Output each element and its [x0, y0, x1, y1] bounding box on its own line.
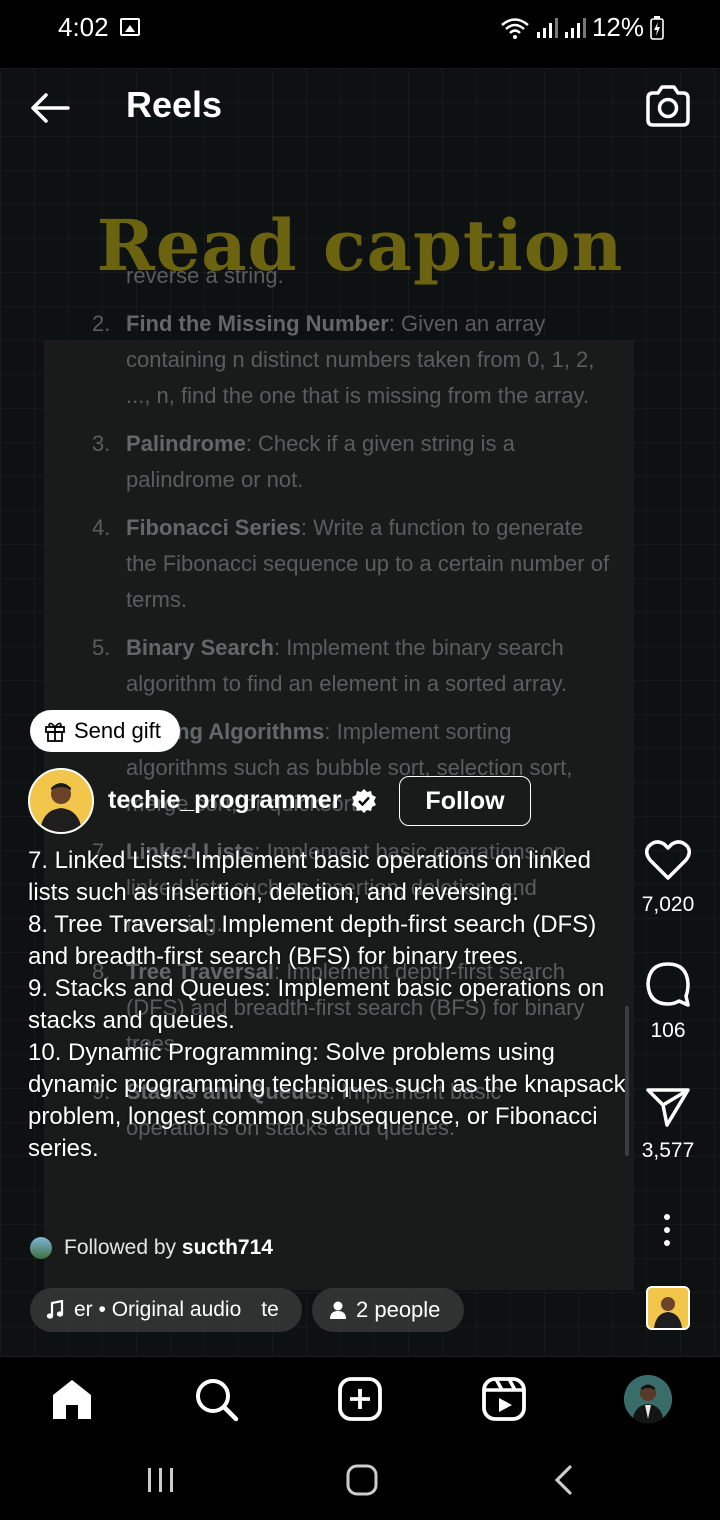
- wifi-icon: [501, 17, 529, 39]
- battery-charging-icon: [650, 15, 664, 40]
- search-icon[interactable]: [192, 1375, 240, 1423]
- person-icon: [330, 1301, 346, 1319]
- video-list-title: Palindrome: [126, 431, 246, 456]
- gift-icon: [45, 722, 65, 742]
- caption-line: 10. Dynamic Programming: Solve problems …: [28, 1039, 626, 1162]
- page-title: Reels: [126, 84, 223, 125]
- video-list-item: 2. Find the Missing Number: Given an arra…: [90, 306, 610, 414]
- battery-level: 12%: [591, 12, 644, 42]
- video-list-item: 5. Binary Search: Implement the binary se…: [90, 630, 610, 702]
- audio-thumbnail[interactable]: [646, 1286, 690, 1330]
- gallery-notification-icon: [120, 18, 140, 36]
- audio-pill[interactable]: er • Original audio te: [30, 1288, 302, 1332]
- reels-icon[interactable]: [480, 1375, 528, 1423]
- caption-line: 8. Tree Traversal: Implement depth-first…: [28, 911, 597, 970]
- followed-by-prefix: Followed by: [64, 1236, 177, 1259]
- video-list-title: Find the Missing Number: [126, 311, 389, 336]
- send-gift-label: Send gift: [74, 718, 161, 743]
- follower-avatar: [30, 1237, 52, 1259]
- caption[interactable]: 7. Linked Lists: Implement basic operati…: [28, 845, 628, 1221]
- audio-thumbnail-image: [648, 1288, 688, 1328]
- people-label: 2 people: [356, 1297, 441, 1322]
- video-list-number: 4.: [92, 515, 111, 540]
- profile-avatar-image: [624, 1375, 672, 1423]
- status-time: 4:02: [58, 12, 109, 42]
- like-count: 7,020: [641, 893, 695, 916]
- people-tag-pill[interactable]: 2 people: [312, 1288, 464, 1332]
- verified-icon: [352, 788, 377, 813]
- video-list-title: Fibonacci Series: [126, 515, 301, 540]
- video-list-item: 3. Palindrome: Check if a given string is…: [90, 426, 610, 498]
- video-list-number: 3.: [92, 431, 111, 456]
- music-icon: [46, 1300, 64, 1319]
- audio-label: er • Original audio: [74, 1298, 242, 1321]
- status-bar: 4:02 12%: [0, 0, 720, 64]
- caption-line: 9. Stacks and Queues: Implement basic op…: [28, 975, 605, 1034]
- profile-avatar[interactable]: [624, 1375, 672, 1423]
- username-row[interactable]: techie_programmer: [108, 786, 377, 815]
- home-icon[interactable]: [48, 1375, 96, 1423]
- status-icons: 12%: [500, 12, 664, 43]
- followed-by-user: sucth714: [181, 1236, 273, 1259]
- send-gift-button[interactable]: Send gift: [30, 710, 180, 752]
- more-icon[interactable]: [662, 1214, 672, 1253]
- back-system-icon[interactable]: [552, 1464, 574, 1496]
- video-list-number: 2.: [92, 311, 111, 336]
- video-list-title: Binary Search: [126, 635, 274, 660]
- caption-line: 7. Linked Lists: Implement basic operati…: [28, 847, 591, 906]
- share-icon[interactable]: [645, 1086, 691, 1128]
- signal-icon-2: [564, 17, 586, 38]
- camera-icon[interactable]: [644, 84, 692, 128]
- comment-count: 106: [650, 1019, 686, 1042]
- like-action[interactable]: 7,020: [630, 838, 706, 917]
- username[interactable]: techie_programmer: [108, 786, 341, 815]
- signal-icon: [536, 17, 558, 38]
- heart-icon[interactable]: [644, 838, 692, 882]
- video-list-item: reverse a string.: [90, 258, 610, 294]
- follow-button[interactable]: Follow: [399, 776, 531, 826]
- back-arrow-icon[interactable]: [28, 86, 72, 130]
- followed-by[interactable]: Followed by sucth714: [30, 1236, 273, 1260]
- create-icon[interactable]: [336, 1375, 384, 1423]
- video-list-text: reverse a string.: [126, 263, 284, 288]
- system-navigation: [0, 1440, 720, 1520]
- share-count: 3,577: [641, 1139, 695, 1162]
- recents-icon[interactable]: [146, 1466, 176, 1494]
- avatar[interactable]: [28, 768, 94, 834]
- bottom-nav: [0, 1356, 720, 1440]
- avatar-image: [30, 770, 92, 832]
- comment-icon[interactable]: [644, 960, 692, 1008]
- home-system-icon[interactable]: [346, 1464, 378, 1496]
- audio-label-trailing: te: [261, 1298, 279, 1321]
- share-action[interactable]: 3,577: [630, 1086, 706, 1163]
- video-list-number: 5.: [92, 635, 111, 660]
- video-list-item: 4. Fibonacci Series: Write a function to …: [90, 510, 610, 618]
- caption-scrollbar[interactable]: [625, 1006, 629, 1156]
- comment-action[interactable]: 106: [630, 960, 706, 1043]
